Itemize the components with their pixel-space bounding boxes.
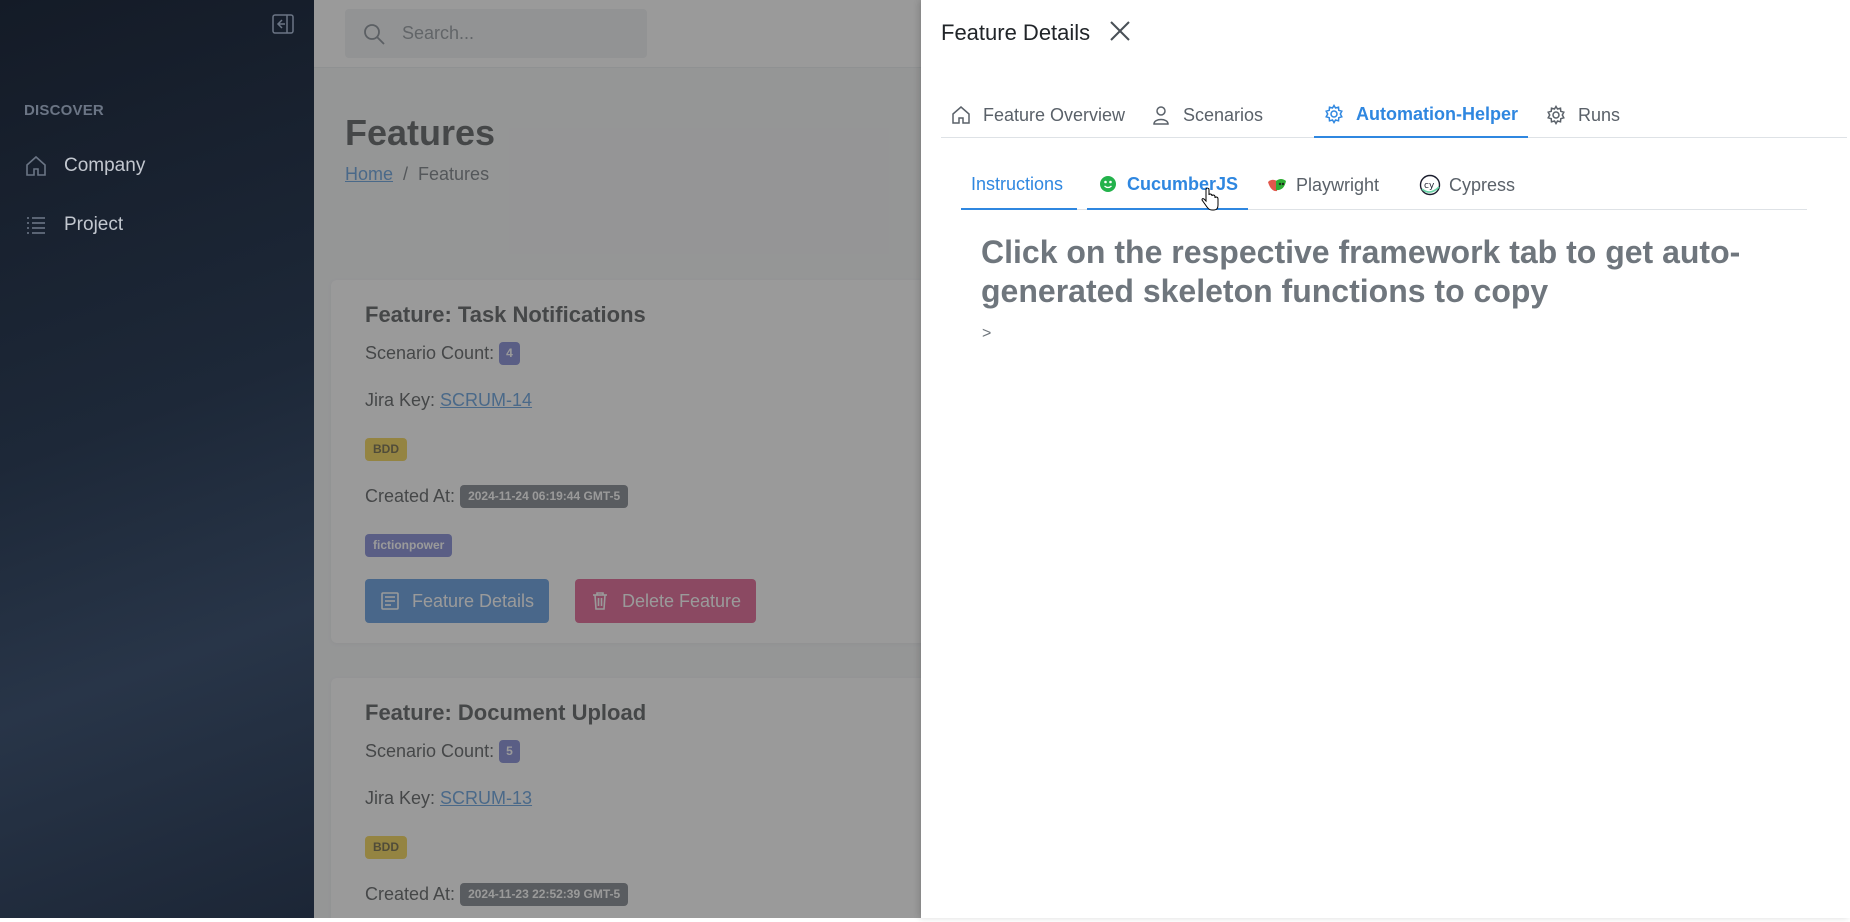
- sidebar-item-label: Project: [64, 214, 124, 235]
- nav-section-label: DISCOVER: [24, 102, 104, 119]
- home-icon: [26, 155, 46, 176]
- tab-label: Feature Overview: [983, 104, 1126, 125]
- trash-icon: [593, 592, 607, 610]
- feature-details-button[interactable]: Feature Details: [365, 579, 550, 623]
- gear-icon: [1547, 105, 1565, 125]
- tab-label: Scenarios: [1183, 104, 1264, 125]
- list-icon: [27, 217, 45, 234]
- main-content: Features Home / Features Feature: Task N…: [314, 0, 921, 918]
- tab-cypress[interactable]: cy Cypress: [1409, 160, 1525, 210]
- panel-title: Feature Details: [941, 20, 1091, 45]
- created-at-label: Created At:: [365, 884, 456, 904]
- feature-details-label: Feature Details: [412, 590, 535, 611]
- feature-title: Feature: Task Notifications: [365, 302, 646, 327]
- tab-runs[interactable]: Runs: [1536, 92, 1630, 138]
- bdd-badge: BDD: [365, 438, 407, 461]
- scenario-count-badge: 4: [499, 342, 520, 365]
- delete-feature-label: Delete Feature: [622, 590, 742, 611]
- jira-key-link[interactable]: SCRUM-13: [440, 788, 532, 809]
- tab-label: Playwright: [1296, 174, 1380, 195]
- breadcrumb: Home / Features: [345, 164, 489, 185]
- tab-label: Instructions: [971, 173, 1064, 194]
- scenario-count-row: Scenario Count: 5: [365, 740, 520, 763]
- breadcrumb-home-link[interactable]: Home: [345, 164, 393, 185]
- jira-key-row: Jira Key: SCRUM-13: [365, 788, 532, 809]
- scenario-count-row: Scenario Count: 4: [365, 342, 520, 365]
- sidebar-item-project[interactable]: Project: [24, 208, 123, 242]
- cypress-icon: cy: [1419, 174, 1441, 196]
- tab-automation-helper[interactable]: Automation-Helper: [1314, 92, 1528, 138]
- created-at-row: Created At: 2024-11-23 22:52:39 GMT-5: [365, 883, 629, 906]
- cucumber-icon: [1100, 176, 1116, 192]
- jira-key-label: Jira Key:: [365, 390, 436, 410]
- search-icon: [364, 24, 385, 45]
- tab-label: CucumberJS: [1127, 173, 1239, 194]
- feature-card: Feature: Document Upload Scenario Count:…: [331, 678, 921, 918]
- user-icon: [1153, 106, 1169, 125]
- page-title: Features: [345, 112, 496, 153]
- jira-key-link[interactable]: SCRUM-14: [440, 390, 532, 411]
- created-at-label: Created At:: [365, 486, 456, 506]
- tab-feature-overview[interactable]: Feature Overview: [941, 92, 1135, 138]
- hand-pointer-icon: [1201, 188, 1219, 211]
- delete-feature-button[interactable]: Delete Feature: [575, 579, 757, 623]
- framework-tabs: Instructions CucumberJS Playwright cy Cy…: [961, 160, 1807, 210]
- breadcrumb-current: Features: [418, 164, 490, 184]
- app-root: DISCOVER Company Project Search... Featu…: [0, 0, 1850, 922]
- gear-icon: [1325, 104, 1343, 124]
- document-icon: [381, 592, 399, 610]
- tab-label: Runs: [1578, 104, 1621, 125]
- jira-key-label: Jira Key:: [365, 788, 436, 808]
- collapse-sidebar-icon[interactable]: [272, 14, 294, 34]
- jira-key-row: Jira Key: SCRUM-14: [365, 390, 532, 411]
- tab-label: Cypress: [1449, 174, 1516, 195]
- tab-cucumberjs[interactable]: CucumberJS: [1087, 160, 1249, 210]
- caret-text: >: [982, 325, 992, 342]
- search-box: [345, 9, 647, 58]
- instruction-text: Click on the respective framework tab to…: [981, 234, 1741, 309]
- topbar: [314, 0, 921, 68]
- scenario-count-label: Scenario Count:: [365, 741, 495, 761]
- feature-title: Feature: Document Upload: [365, 700, 647, 725]
- sidebar: DISCOVER Company Project: [0, 0, 314, 918]
- home-icon: [952, 106, 970, 124]
- tab-playwright[interactable]: Playwright: [1256, 160, 1389, 210]
- sidebar-item-company[interactable]: Company: [24, 149, 145, 183]
- tag-badge: fictionpower: [365, 534, 453, 557]
- tab-scenarios[interactable]: Scenarios: [1141, 92, 1273, 138]
- scenario-count-label: Scenario Count:: [365, 343, 495, 363]
- sidebar-item-label: Company: [64, 155, 146, 176]
- breadcrumb-separator: /: [403, 164, 409, 184]
- svg-text:cy: cy: [1424, 181, 1435, 191]
- bdd-badge: BDD: [365, 836, 407, 859]
- feature-card: Feature: Task Notifications Scenario Cou…: [331, 280, 921, 643]
- search-input[interactable]: [402, 19, 632, 47]
- created-at-badge: 2024-11-23 22:52:39 GMT-5: [460, 883, 629, 906]
- playwright-icon: [1268, 179, 1286, 192]
- tab-instructions[interactable]: Instructions: [961, 160, 1077, 210]
- close-icon[interactable]: [1107, 18, 1133, 44]
- created-at-row: Created At: 2024-11-24 06:19:44 GMT-5: [365, 485, 629, 508]
- scenario-count-badge: 5: [499, 740, 520, 763]
- feature-details-panel: Feature Details Feature Overview Scenari…: [921, 0, 1850, 918]
- created-at-badge: 2024-11-24 06:19:44 GMT-5: [460, 485, 629, 508]
- tab-label: Automation-Helper: [1356, 103, 1518, 124]
- main-tabs: Feature Overview Scenarios Automation-He…: [941, 92, 1847, 138]
